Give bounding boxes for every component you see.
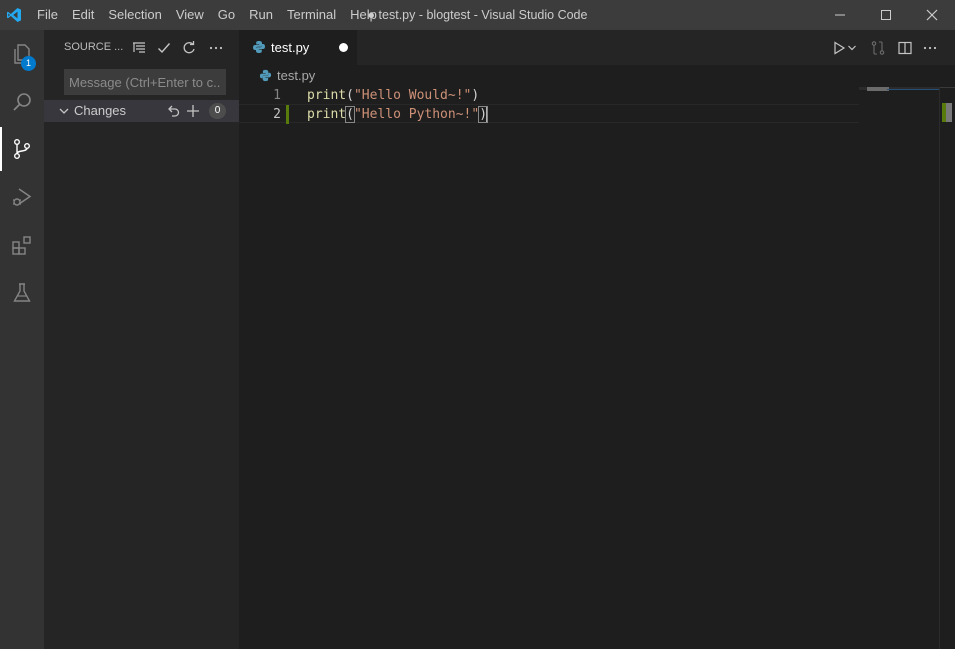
menu-terminal[interactable]: Terminal <box>280 0 343 30</box>
sidebar-title: SOURCE ... <box>64 41 124 53</box>
vscode-logo-icon <box>0 0 28 30</box>
split-editor-icon <box>898 41 912 55</box>
close-button[interactable] <box>909 0 955 30</box>
breadcrumb: test.py <box>239 65 859 87</box>
commit-check-icon <box>158 43 171 54</box>
run-debug-icon <box>13 188 32 206</box>
open-paren-match: ( <box>345 106 355 123</box>
python-icon <box>259 69 272 82</box>
menu-view[interactable]: View <box>169 0 211 30</box>
line-number: 1 <box>273 88 281 103</box>
activity-bar: 1 <box>0 30 44 649</box>
source-control-sidebar: SOURCE ... Changes <box>44 30 239 649</box>
breadcrumb-file[interactable]: test.py <box>277 65 315 87</box>
source-control-icon <box>13 139 30 160</box>
chevron-down-icon <box>848 45 856 51</box>
open-paren: ( <box>346 88 354 103</box>
chevron-down-icon <box>59 108 69 114</box>
code-line: 1 print("Hello Would~!") <box>239 86 859 105</box>
more-actions-icon <box>923 46 937 50</box>
run-dropdown-button[interactable] <box>845 37 859 59</box>
run-debug-button[interactable] <box>0 175 44 219</box>
explorer-button[interactable]: 1 <box>0 32 44 76</box>
editor-tab-bar: test.py <box>239 30 955 65</box>
extensions-button[interactable] <box>0 223 44 267</box>
minimap-highlight <box>887 89 939 90</box>
added-line-gutter-marker[interactable] <box>286 105 289 124</box>
search-button[interactable] <box>0 80 44 124</box>
tab-test-py[interactable]: test.py <box>239 30 357 65</box>
vertical-scrollbar[interactable] <box>939 87 955 649</box>
title-bar: File Edit Selection View Go Run Terminal… <box>0 0 955 30</box>
menu-selection[interactable]: Selection <box>101 0 168 30</box>
text-cursor <box>486 106 488 123</box>
more-actions-icon <box>209 46 223 50</box>
testing-icon <box>13 283 31 302</box>
explorer-badge: 1 <box>21 56 36 71</box>
line-source: print("Hello Would~!") <box>307 86 479 105</box>
refresh-icon <box>183 41 195 54</box>
stage-all-button[interactable] <box>184 102 202 120</box>
editor-more-actions-button[interactable] <box>919 37 941 59</box>
split-editor-button[interactable] <box>894 37 916 59</box>
line-source: print("Hello Python~!") <box>307 105 489 124</box>
menu-bar: File Edit Selection View Go Run Terminal… <box>30 0 384 30</box>
open-changes-button[interactable] <box>867 37 889 59</box>
menu-file[interactable]: File <box>30 0 65 30</box>
function-name: print <box>307 107 347 122</box>
python-icon <box>253 41 265 53</box>
window-controls <box>817 0 955 30</box>
menu-run[interactable]: Run <box>242 0 280 30</box>
function-name: print <box>307 88 347 103</box>
code-line-current: 2 print("Hello Python~!") <box>239 104 859 124</box>
changes-group[interactable]: Changes 0 <box>44 100 239 122</box>
stage-all-icon <box>187 105 199 117</box>
open-changes-icon <box>871 41 885 55</box>
sidebar-header: SOURCE ... <box>44 30 239 65</box>
menu-go[interactable]: Go <box>211 0 242 30</box>
commit-message-input[interactable] <box>64 69 226 95</box>
view-as-tree-button[interactable] <box>129 38 149 58</box>
view-as-tree-icon <box>133 42 145 53</box>
line-number: 2 <box>273 107 281 122</box>
search-icon <box>13 93 31 111</box>
extensions-icon <box>12 236 31 255</box>
minimize-button[interactable] <box>817 0 863 30</box>
menu-help[interactable]: Help <box>343 0 384 30</box>
commit-button[interactable] <box>154 38 174 58</box>
testing-button[interactable] <box>0 271 44 315</box>
scrollbar-cursor-marker <box>946 103 952 122</box>
source-control-button[interactable] <box>0 127 44 171</box>
minimap-line <box>867 89 889 91</box>
string-literal: "Hello Would~!" <box>353 88 472 103</box>
unsaved-dot-icon[interactable] <box>339 43 348 52</box>
close-paren: ) <box>471 88 480 103</box>
refresh-button[interactable] <box>179 38 199 58</box>
string-literal: "Hello Python~!" <box>353 107 480 122</box>
changes-label: Changes <box>74 103 127 118</box>
discard-all-icon <box>168 105 180 117</box>
changes-count-badge: 0 <box>209 103 226 119</box>
more-actions-button[interactable] <box>206 38 226 58</box>
tab-label: test.py <box>271 40 310 55</box>
maximize-button[interactable] <box>863 0 909 30</box>
minimap[interactable] <box>859 87 939 649</box>
discard-all-button[interactable] <box>164 102 182 120</box>
run-python-file-icon <box>834 41 846 55</box>
scrollbar-top-border <box>940 87 955 88</box>
close-icon <box>926 9 938 21</box>
menu-edit[interactable]: Edit <box>65 0 101 30</box>
code-editor[interactable]: 1 print("Hello Would~!") 2 print("Hello … <box>239 86 859 649</box>
minimize-icon <box>835 14 845 16</box>
maximize-icon <box>881 10 891 20</box>
